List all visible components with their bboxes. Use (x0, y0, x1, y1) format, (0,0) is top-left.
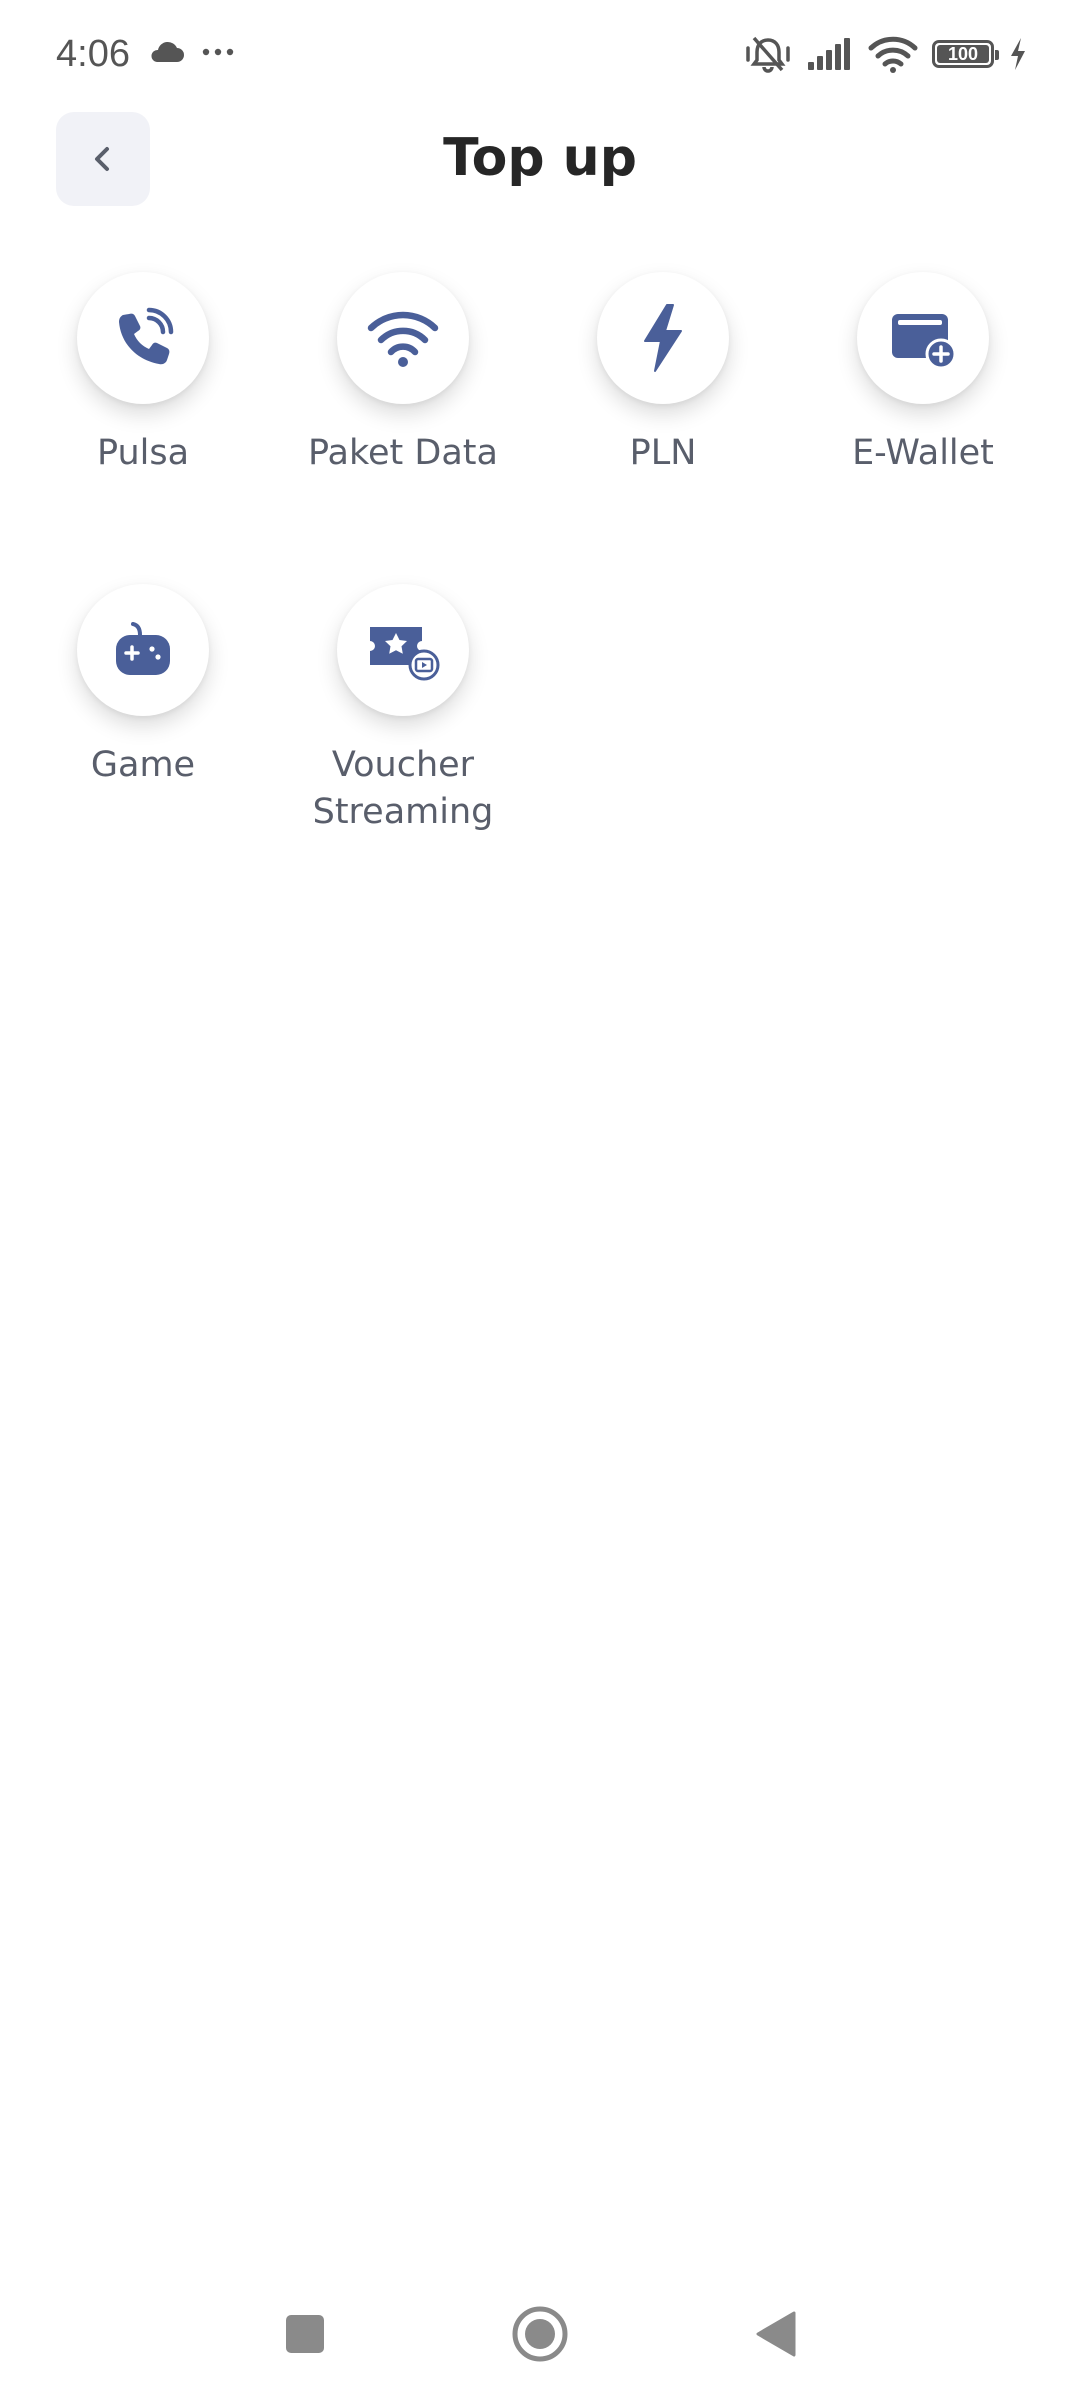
page-title: Top up (443, 128, 637, 188)
service-label: Pulsa (96, 433, 190, 473)
service-game[interactable]: Game (23, 584, 263, 789)
status-icons: 100 (744, 32, 1028, 76)
wifi-icon (868, 36, 918, 73)
service-icon-circle (77, 584, 209, 716)
service-label: PLN (629, 433, 697, 473)
more-dots-icon (202, 48, 234, 56)
phone-icon (119, 307, 174, 365)
status-time: 4:06 (56, 33, 130, 75)
recent-apps-button[interactable] (265, 2294, 345, 2374)
charging-icon (1011, 38, 1025, 70)
service-pln[interactable]: PLN (543, 272, 783, 477)
navigation-bar (0, 2270, 1080, 2400)
recent-apps-icon (286, 2315, 324, 2353)
service-icon-circle (337, 272, 469, 404)
signal-icon (808, 38, 850, 70)
service-label: E-Wallet (852, 433, 994, 473)
service-pulsa[interactable]: Pulsa (23, 272, 263, 477)
wallet-add-icon (892, 314, 957, 370)
cloud-icon (151, 41, 184, 62)
service-icon-circle (597, 272, 729, 404)
wifi-icon (367, 311, 439, 367)
back-nav-button[interactable] (735, 2294, 815, 2374)
lightning-icon (644, 304, 682, 372)
home-icon (512, 2306, 568, 2362)
service-icon-circle (337, 584, 469, 716)
battery-cap (995, 50, 999, 60)
service-icon-circle (857, 272, 989, 404)
battery-icon: 100 (932, 40, 999, 68)
service-label: Game (90, 745, 196, 785)
service-e-wallet[interactable]: E-Wallet (803, 272, 1043, 477)
vibrate-silent-icon (746, 36, 790, 73)
service-voucher-streaming[interactable]: Voucher Streaming (283, 584, 523, 836)
home-button[interactable] (500, 2294, 580, 2374)
service-label: Voucher Streaming (312, 745, 494, 832)
service-paket-data[interactable]: Paket Data (283, 272, 523, 477)
back-icon (756, 2311, 796, 2357)
service-icon-circle (77, 272, 209, 404)
service-label: Paket Data (308, 433, 498, 473)
gamepad-icon (116, 622, 170, 675)
ticket-star-icon (370, 627, 440, 681)
battery-level: 100 (947, 44, 979, 64)
status-bar: 4:06 100 (0, 0, 1080, 105)
screen: 4:06 100 Top up Pulsa Paket Data PLN E-W… (0, 0, 1080, 2400)
